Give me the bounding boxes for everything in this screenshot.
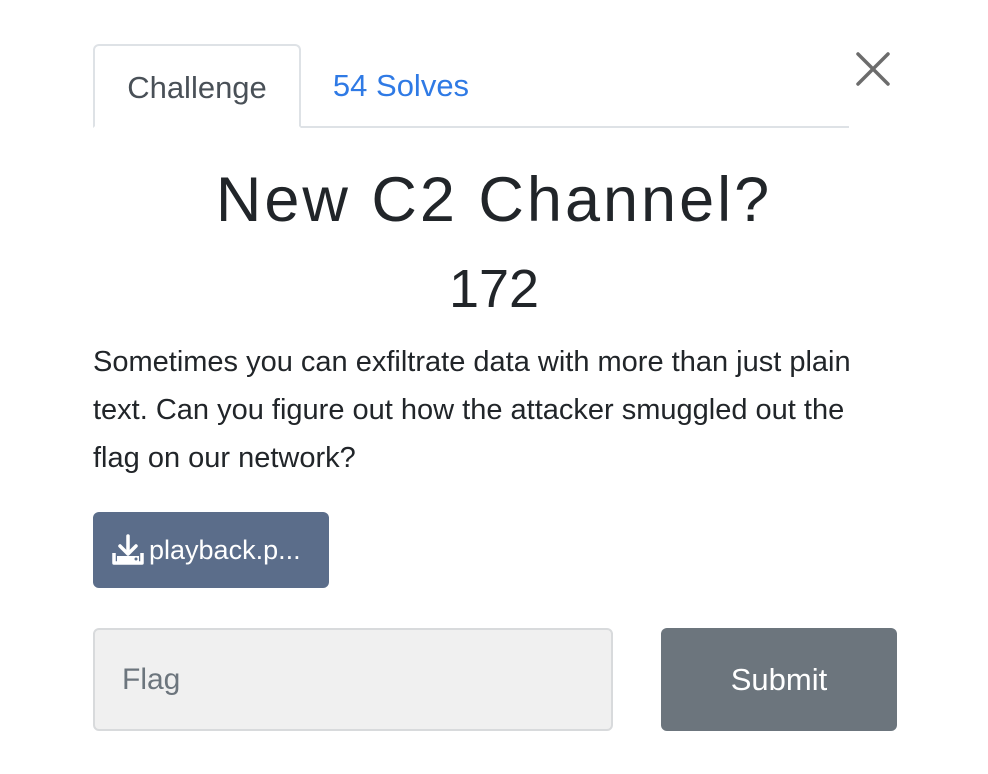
tab-challenge[interactable]: Challenge (93, 44, 301, 128)
close-icon (856, 52, 890, 86)
tab-solves[interactable]: 54 Solves (301, 44, 501, 128)
challenge-title: New C2 Channel? (215, 165, 773, 235)
file-download-button[interactable]: playback.p... (93, 512, 329, 588)
challenge-modal: Challenge 54 Solves New C2 Channel? 172 … (0, 0, 988, 774)
challenge-points: 172 (448, 259, 540, 319)
flag-input[interactable] (93, 628, 613, 731)
submit-button[interactable]: Submit (661, 628, 897, 731)
file-name: playback.p... (149, 534, 301, 565)
close-button[interactable] (852, 48, 894, 90)
challenge-tabs: Challenge 54 Solves (93, 44, 849, 128)
download-icon (111, 533, 145, 567)
challenge-description: Sometimes you can exfiltrate data with m… (93, 346, 851, 474)
